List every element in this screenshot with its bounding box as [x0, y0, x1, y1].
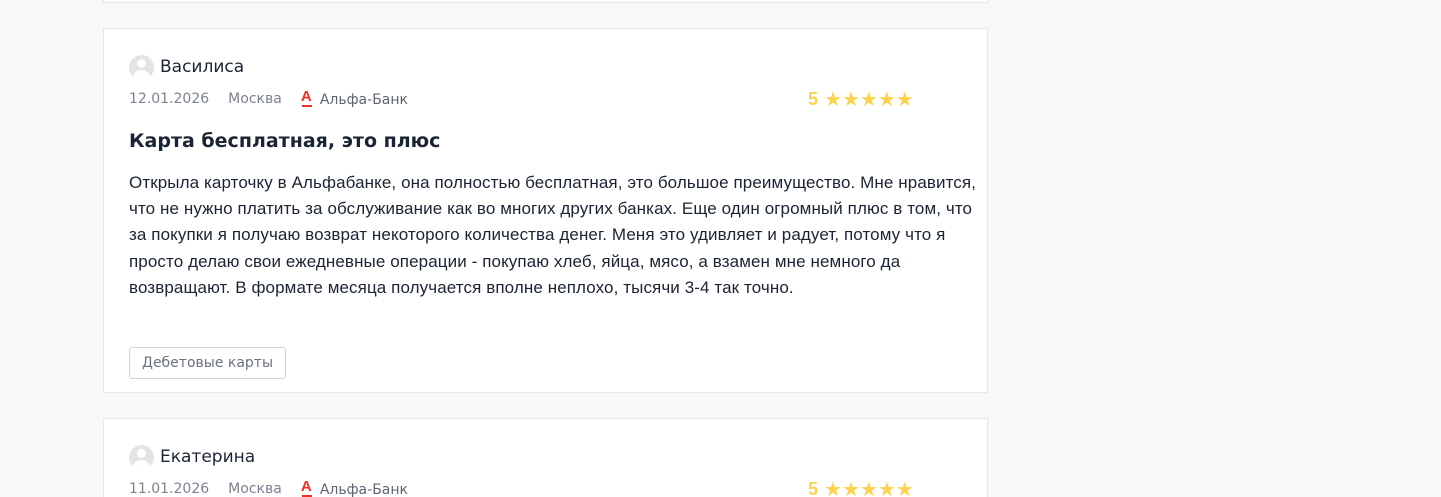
- review-author: Василиса: [129, 53, 244, 81]
- review-meta: 12.01.2026 Москва А Альфа-Банк: [129, 88, 408, 110]
- avatar-icon: [129, 54, 154, 80]
- star-icon: ★: [877, 87, 896, 111]
- rating-value: 5: [808, 478, 819, 497]
- review-city: Москва: [228, 481, 282, 497]
- review-rating: 5 ★ ★ ★ ★ ★: [808, 477, 914, 497]
- review-title[interactable]: Карта бесплатная, это плюс: [129, 130, 440, 152]
- star-icon: ★: [841, 477, 860, 497]
- star-icon: ★: [859, 477, 878, 497]
- review-date: 11.01.2026: [129, 481, 210, 497]
- review-city: Москва: [228, 91, 282, 107]
- product-tag-button[interactable]: Дебетовые карты: [129, 347, 287, 379]
- star-icon: ★: [895, 87, 914, 111]
- bank-name-link[interactable]: Альфа-Банк: [320, 92, 408, 108]
- review-text: Открыла карточку в Альфабанке, она полно…: [129, 173, 977, 297]
- review-rating: 5 ★ ★ ★ ★ ★: [808, 87, 914, 111]
- star-icon: ★: [895, 477, 914, 497]
- review-card: Василиса 12.01.2026 Москва А Альфа-Банк …: [103, 28, 988, 393]
- alfa-bank-logo-icon: А: [300, 478, 312, 497]
- alfa-bank-logo-icon: А: [300, 88, 312, 107]
- review-meta: 11.01.2026 Москва А Альфа-Банк: [129, 478, 408, 497]
- review-card-previous: [103, 0, 988, 3]
- author-name: Екатерина: [160, 447, 256, 467]
- review-card: Екатерина 11.01.2026 Москва А Альфа-Банк…: [103, 418, 988, 497]
- star-icon: ★: [841, 87, 860, 111]
- star-icon: ★: [877, 477, 896, 497]
- bank-name-link[interactable]: Альфа-Банк: [320, 482, 408, 497]
- author-name: Василиса: [160, 57, 245, 77]
- rating-value: 5: [808, 88, 819, 109]
- star-icon: ★: [859, 87, 878, 111]
- reviews-page: Василиса 12.01.2026 Москва А Альфа-Банк …: [0, 0, 1441, 497]
- review-author: Екатерина: [129, 443, 255, 471]
- review-date: 12.01.2026: [129, 91, 210, 107]
- star-icon: ★: [824, 87, 842, 111]
- avatar-icon: [129, 444, 154, 470]
- star-icon: ★: [824, 477, 842, 497]
